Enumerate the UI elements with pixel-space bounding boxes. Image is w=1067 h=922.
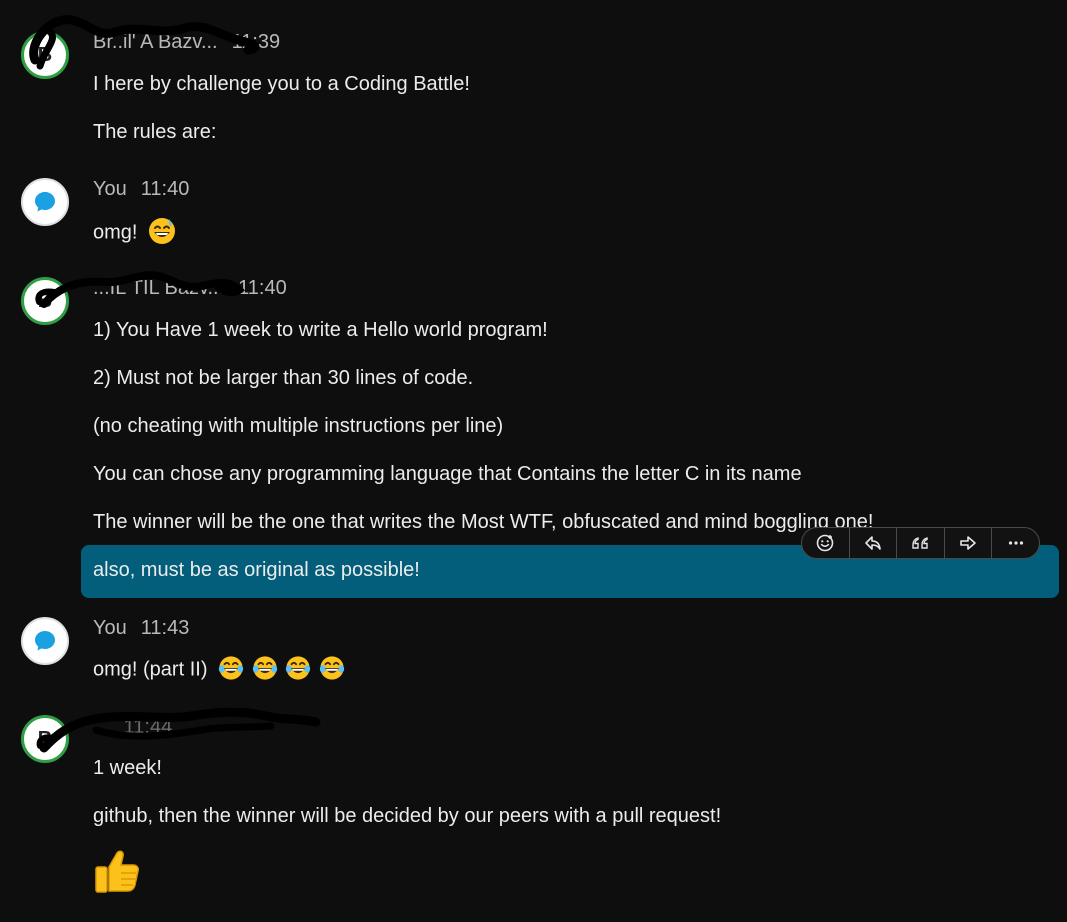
avatar[interactable] [21,617,69,665]
message-header: You 11:43 [93,617,189,640]
message-text: The rules are: [93,121,217,143]
more-options-button[interactable] [992,528,1039,558]
tears-of-joy-emoji-icon [218,656,244,680]
message-body: omg! [93,221,138,244]
sender-name[interactable]: You [93,178,127,200]
message-header: You 11:40 [93,178,189,201]
message-text: The winner will be the one that writes t… [93,511,874,533]
message-text: 1) You Have 1 week to write a Hello worl… [93,319,548,341]
sender-name[interactable]: ... [93,716,110,738]
sender-name[interactable]: ...IL TIL Bazv... [93,277,224,299]
message-header: ... 11:44 [93,716,172,739]
chat-bubble-icon [35,192,55,212]
avatar-initial: B [37,289,53,312]
timestamp: 11:43 [140,617,190,639]
add-reaction-button[interactable] [802,528,850,558]
timestamp: 11:40 [140,178,190,200]
avatar[interactable]: B [21,277,69,325]
tears-of-joy-emoji-icon [286,656,311,680]
add-reaction-icon [816,534,834,552]
message-text: github, then the winner will be decided … [93,805,722,827]
message-text: 1 week! [93,757,162,779]
message-text: omg! (part II) [93,656,346,682]
message-text: 2) Must not be larger than 30 lines of c… [93,367,474,389]
redaction-scribble [36,707,321,753]
avatar[interactable]: B [21,715,69,763]
message-header: Br..il' A Bazv... 11:39 [93,31,280,54]
sender-name[interactable]: You [93,617,127,639]
quote-button[interactable] [897,528,945,558]
timestamp: 11:40 [238,277,287,299]
message-text: (no cheating with multiple instructions … [93,415,504,437]
message-text: omg! [93,218,177,246]
chat-view: B Br..il' A Bazv... 11:39 I here by chall… [0,0,1067,922]
message-text: I here by challenge you to a Coding Batt… [93,73,470,95]
avatar-initial: B [37,43,53,66]
forward-button[interactable] [945,528,993,558]
forward-icon [960,536,976,550]
avatar[interactable]: B [21,31,69,79]
message-actions-toolbar [801,527,1040,559]
message-header: ...IL TIL Bazv... 11:40 [93,277,287,300]
grinning-sweat-emoji-icon [149,218,176,244]
message-text: You can chose any programming language t… [93,463,802,485]
more-icon [1008,541,1023,545]
tears-of-joy-emoji-icon [319,656,344,680]
reply-button[interactable] [850,528,898,558]
message-body: omg! (part II) [93,658,208,681]
reply-icon [865,536,881,550]
avatar-initial: B [37,727,53,750]
message-text: also, must be as original as possible! [93,559,420,581]
emoji-row [217,656,346,680]
chat-bubble-icon [35,631,55,651]
sender-name[interactable]: Br..il' A Bazv... [93,31,218,53]
quote-icon [912,537,929,549]
timestamp: 11:44 [123,716,173,738]
tears-of-joy-emoji-icon [252,656,277,680]
thumbs-up-emoji-icon [95,850,139,893]
avatar[interactable] [21,178,69,226]
timestamp: 11:39 [231,31,281,53]
